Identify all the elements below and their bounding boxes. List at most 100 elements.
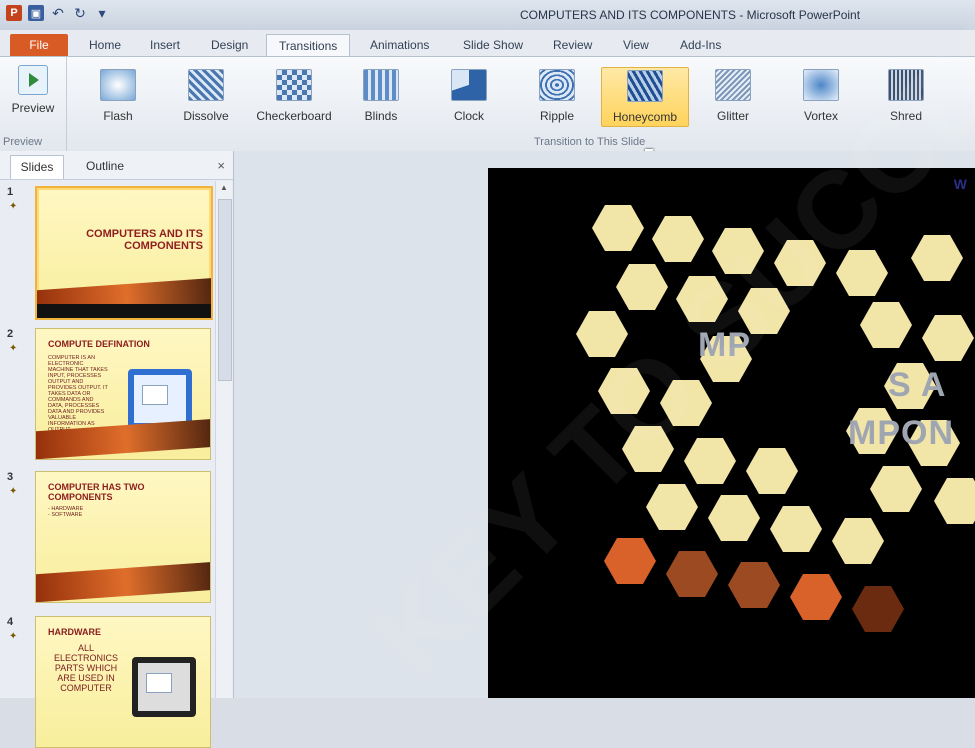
transition-group-label: Transition to This Slide xyxy=(534,136,646,148)
computer-icon xyxy=(132,657,196,717)
honeycomb-icon xyxy=(627,70,663,102)
shred-icon xyxy=(888,69,924,101)
transition-flash[interactable]: Flash xyxy=(96,67,140,125)
slide-preview[interactable]: COMPUTE DEFINATION COMPUTER IS AN ELECTR… xyxy=(35,328,211,460)
honeycomb-cell xyxy=(666,551,718,597)
honeycomb-cell xyxy=(728,562,780,608)
current-slide-canvas[interactable]: W MP S A MPON xyxy=(488,168,975,698)
honeycomb-cell xyxy=(676,276,728,322)
transition-star-icon: ✦ xyxy=(9,631,18,642)
transition-dissolve[interactable]: Dissolve xyxy=(176,67,236,125)
tab-review[interactable]: Review xyxy=(553,34,592,56)
vortex-icon xyxy=(803,69,839,101)
honeycomb-cell xyxy=(832,518,884,564)
pane-close-button[interactable]: × xyxy=(217,158,225,173)
tab-file[interactable]: File xyxy=(10,34,68,56)
tab-transitions[interactable]: Transitions xyxy=(266,34,351,57)
transition-ripple[interactable]: Ripple xyxy=(532,67,582,125)
dissolve-icon xyxy=(188,69,224,101)
preview-label: Preview xyxy=(11,101,55,115)
clock-icon xyxy=(451,69,487,101)
flash-icon xyxy=(100,69,136,101)
window-title: COMPUTERS AND ITS COMPONENTS - Microsoft… xyxy=(520,8,861,22)
honeycomb-cell xyxy=(592,205,644,251)
honeycomb-cell xyxy=(708,495,760,541)
transition-glitter[interactable]: Glitter xyxy=(708,67,758,125)
honeycomb-cell xyxy=(604,538,656,584)
tab-view[interactable]: View xyxy=(623,34,649,56)
tab-animations[interactable]: Animations xyxy=(370,34,429,56)
tab-insert[interactable]: Insert xyxy=(150,34,180,56)
transition-honeycomb[interactable]: Honeycomb xyxy=(601,67,689,127)
honeycomb-cell xyxy=(646,484,698,530)
glitter-icon xyxy=(715,69,751,101)
customize-qat-icon[interactable]: ▾ xyxy=(94,5,110,21)
honeycomb-cell xyxy=(684,438,736,484)
honeycomb-cell xyxy=(934,478,975,524)
honeycomb-cell xyxy=(652,216,704,262)
undo-icon[interactable]: ↶ xyxy=(50,5,66,21)
slide-preview[interactable]: HARDWARE ALL ELECTRONICS PARTS WHICH ARE… xyxy=(35,616,211,748)
slide-title: COMPUTER HAS TWO COMPONENTS xyxy=(48,482,145,502)
tab-slides[interactable]: Slides xyxy=(10,155,64,179)
preview-group: Preview Preview xyxy=(0,57,67,151)
transition-shred[interactable]: Shred xyxy=(884,67,928,125)
slide-title-fragment: MP xyxy=(698,326,751,364)
slide-title-fragment: S A xyxy=(888,366,947,404)
slide-corner-mark: W xyxy=(953,176,967,192)
save-icon[interactable]: ▣ xyxy=(28,5,44,21)
slide-preview[interactable]: COMPUTER HAS TWO COMPONENTS - HARDWARE -… xyxy=(35,471,211,603)
transition-star-icon: ✦ xyxy=(9,201,18,212)
tab-outline[interactable]: Outline xyxy=(86,155,124,178)
honeycomb-cell xyxy=(616,264,668,310)
honeycomb-cell xyxy=(598,368,650,414)
ripple-icon xyxy=(539,69,575,101)
slide-body: ALL ELECTRONICS PARTS WHICH ARE USED IN … xyxy=(53,643,118,693)
honeycomb-cell xyxy=(836,250,888,296)
slide-title: COMPUTE DEFINATION xyxy=(48,339,150,349)
honeycomb-cell xyxy=(774,240,826,286)
tab-design[interactable]: Design xyxy=(211,34,248,56)
scroll-thumb[interactable] xyxy=(218,199,232,381)
title-bar: P ▣ ↶ ↻ ▾ COMPUTERS AND ITS COMPONENTS -… xyxy=(0,0,975,31)
honeycomb-cell xyxy=(660,380,712,426)
tab-add-ins[interactable]: Add-Ins xyxy=(680,34,721,56)
honeycomb-cell xyxy=(852,586,904,632)
honeycomb-cell xyxy=(790,574,842,620)
tab-home[interactable]: Home xyxy=(89,34,121,56)
slide-body-item: - SOFTWARE xyxy=(48,512,83,518)
powerpoint-icon: P xyxy=(6,5,22,21)
slide-title-fragment: MPON xyxy=(848,414,954,452)
ribbon: Preview Preview Flash Dissolve Checkerbo… xyxy=(0,56,975,163)
preview-group-label: Preview xyxy=(3,136,43,148)
preview-icon xyxy=(18,65,48,95)
slides-pane: Slides Outline × 1 ✦ COMPUTERS AND ITS C… xyxy=(0,151,234,748)
honeycomb-cell xyxy=(576,311,628,357)
blinds-icon xyxy=(363,69,399,101)
transition-clock[interactable]: Clock xyxy=(446,67,492,125)
honeycomb-cell xyxy=(746,448,798,494)
honeycomb-cell xyxy=(922,315,974,361)
redo-icon[interactable]: ↻ xyxy=(72,5,88,21)
tab-slide-show[interactable]: Slide Show xyxy=(463,34,523,56)
honeycomb-cell xyxy=(622,426,674,472)
slide-title: HARDWARE xyxy=(48,627,101,637)
honeycomb-cell xyxy=(770,506,822,552)
scroll-up-icon[interactable]: ▲ xyxy=(220,183,228,192)
transition-star-icon: ✦ xyxy=(9,343,18,354)
slide-preview[interactable]: COMPUTERS AND ITS COMPONENTS xyxy=(35,186,213,320)
quick-access-toolbar: P ▣ ↶ ↻ ▾ xyxy=(6,5,110,21)
transition-checkerboard[interactable]: Checkerboard xyxy=(252,67,336,125)
honeycomb-cell xyxy=(870,466,922,512)
decorative-band xyxy=(36,561,210,602)
transition-vortex[interactable]: Vortex xyxy=(797,67,845,125)
preview-button[interactable]: Preview xyxy=(10,65,56,115)
slide-body: COMPUTER IS AN ELECTRONIC MACHINE THAT T… xyxy=(48,355,108,433)
honeycomb-cell xyxy=(911,235,963,281)
decorative-bar xyxy=(37,304,211,318)
transition-star-icon: ✦ xyxy=(9,486,18,497)
pane-scrollbar[interactable]: ▲ xyxy=(215,181,232,698)
transition-blinds[interactable]: Blinds xyxy=(356,67,406,125)
slide-title: COMPUTERS AND ITS COMPONENTS xyxy=(86,228,203,252)
honeycomb-cell xyxy=(860,302,912,348)
